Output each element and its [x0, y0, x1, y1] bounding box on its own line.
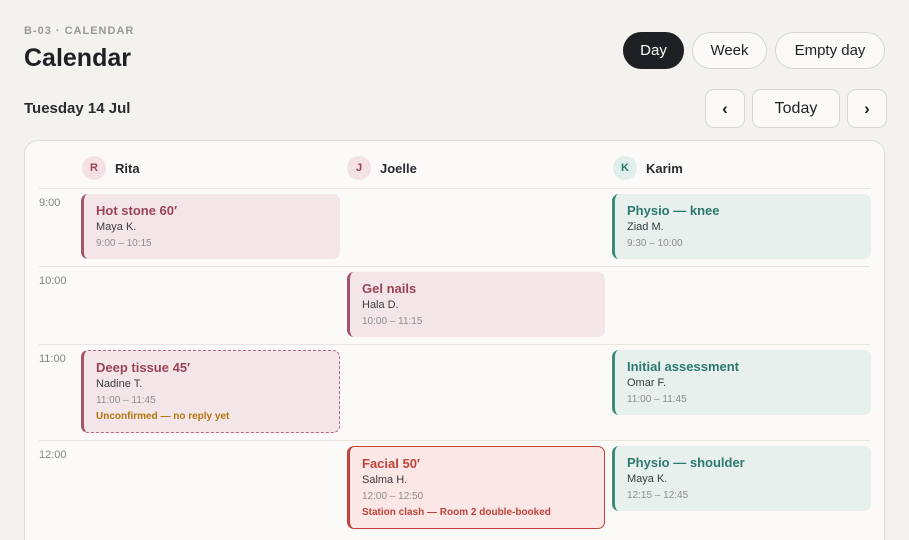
staff-name: Joelle: [380, 160, 417, 176]
view-week-button[interactable]: Week: [692, 32, 767, 69]
appointment-card[interactable]: Initial assessment Omar F. 11:00 – 11:45: [612, 350, 871, 415]
staff-name: Rita: [115, 160, 140, 176]
staff-header-joelle[interactable]: J Joelle: [347, 156, 417, 180]
hour-divider: [39, 440, 870, 441]
appointment-client: Ziad M.: [627, 221, 664, 233]
appointment-title: Initial assessment: [627, 359, 739, 374]
staff-name: Karim: [646, 160, 683, 176]
avatar: R: [82, 156, 106, 180]
staff-header-karim[interactable]: K Karim: [613, 156, 683, 180]
appointment-client: Omar F.: [627, 377, 667, 389]
appointment-card[interactable]: Physio — knee Ziad M. 9:30 – 10:00: [612, 194, 871, 259]
appointment-time: 10:00 – 11:15: [362, 316, 423, 327]
appointment-client: Hala D.: [362, 299, 399, 311]
appointment-time: 11:00 – 11:45: [96, 395, 156, 406]
staff-header-rita[interactable]: R Rita: [82, 156, 140, 180]
hour-divider: [39, 188, 870, 189]
chevron-right-icon: ›: [864, 98, 870, 118]
breadcrumb: B-03 · CALENDAR: [24, 25, 135, 37]
time-label: 11:00: [39, 353, 66, 365]
appointment-time: 11:00 – 11:45: [627, 394, 687, 405]
appointment-card-unconfirmed[interactable]: Deep tissue 45′ Nadine T. 11:00 – 11:45 …: [81, 350, 340, 433]
chevron-left-icon: ‹: [722, 98, 728, 118]
view-empty-day-button[interactable]: Empty day: [775, 32, 885, 69]
page-title: Calendar: [24, 44, 131, 72]
view-switcher: Day Week Empty day: [623, 32, 885, 69]
calendar-grid: R Rita J Joelle K Karim 9:00 10:00 11:00…: [24, 140, 885, 540]
appointment-card[interactable]: Hot stone 60′ Maya K. 9:00 – 10:15: [81, 194, 340, 259]
appointment-title: Hot stone 60′: [96, 203, 178, 218]
time-label: 12:00: [39, 449, 67, 461]
appointment-title: Physio — shoulder: [627, 455, 745, 470]
appointment-time: 12:15 – 12:45: [627, 490, 689, 501]
avatar: K: [613, 156, 637, 180]
appointment-card-clash[interactable]: Facial 50′ Salma H. 12:00 – 12:50 Statio…: [347, 446, 605, 529]
unconfirmed-warning: Unconfirmed — no reply yet: [96, 411, 230, 422]
appointment-card[interactable]: Physio — shoulder Maya K. 12:15 – 12:45: [612, 446, 871, 511]
appointment-client: Maya K.: [627, 473, 668, 485]
current-date-label: Tuesday 14 Jul: [24, 100, 131, 117]
avatar: J: [347, 156, 371, 180]
appointment-time: 9:00 – 10:15: [96, 238, 152, 249]
appointment-client: Nadine T.: [96, 378, 143, 390]
time-label: 10:00: [39, 275, 67, 287]
appointment-title: Gel nails: [362, 281, 417, 296]
station-clash-warning: Station clash — Room 2 double-booked: [362, 507, 551, 518]
appointment-time: 12:00 – 12:50: [362, 491, 424, 502]
appointment-title: Deep tissue 45′: [96, 360, 191, 375]
previous-day-button[interactable]: ‹: [705, 89, 745, 128]
appointment-title: Physio — knee: [627, 203, 720, 218]
appointment-time: 9:30 – 10:00: [627, 238, 683, 249]
today-button[interactable]: Today: [752, 89, 840, 128]
view-day-button[interactable]: Day: [623, 32, 684, 69]
hour-divider: [39, 266, 870, 267]
hour-divider: [39, 344, 870, 345]
appointment-client: Maya K.: [96, 221, 137, 233]
appointment-card[interactable]: Gel nails Hala D. 10:00 – 11:15: [347, 272, 605, 337]
next-day-button[interactable]: ›: [847, 89, 887, 128]
appointment-client: Salma H.: [362, 474, 408, 486]
date-navigation: ‹ Today ›: [705, 89, 887, 128]
time-label: 9:00: [39, 197, 61, 209]
appointment-title: Facial 50′: [362, 456, 421, 471]
